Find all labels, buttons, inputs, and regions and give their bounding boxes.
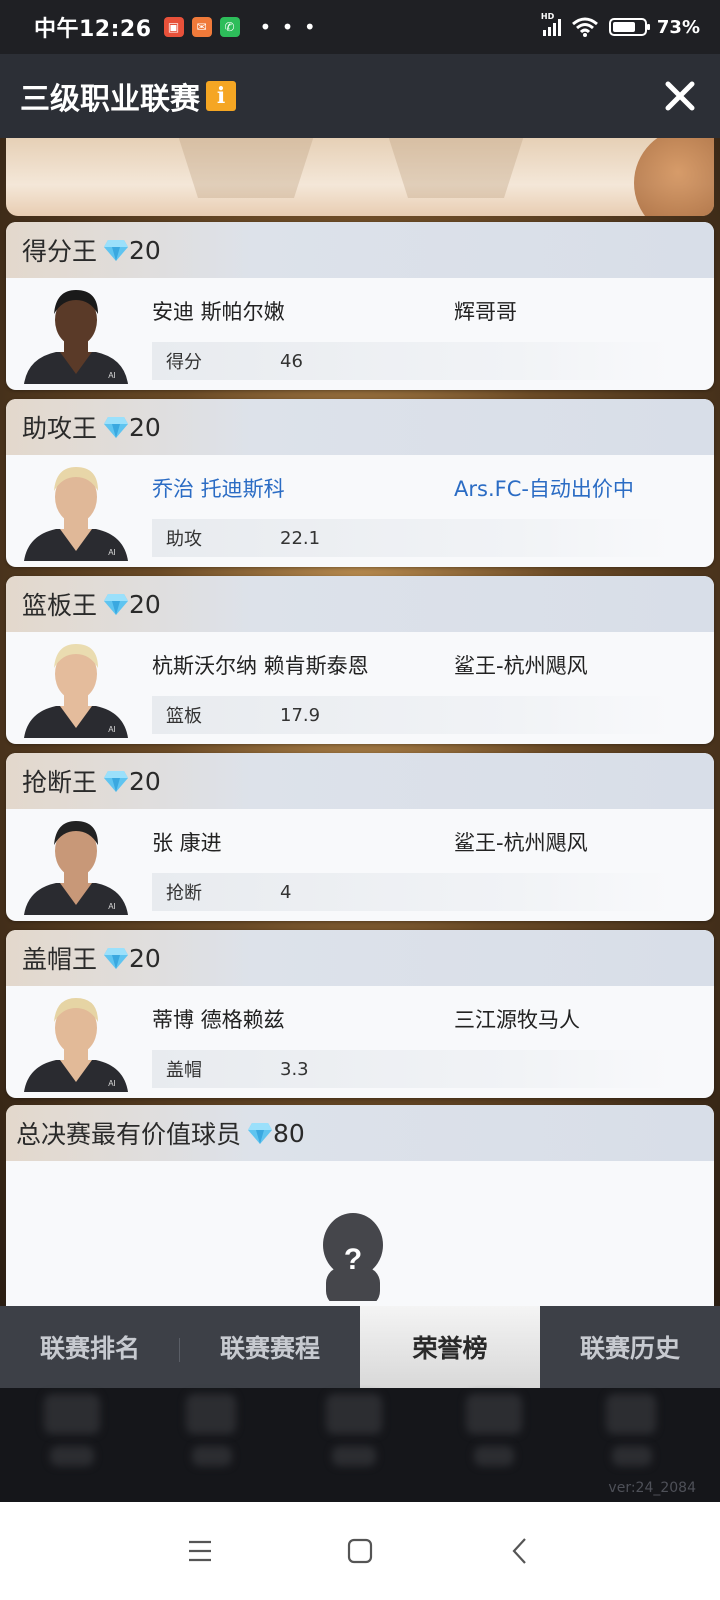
gem-icon [104,240,129,261]
stat-label: 抢断 [166,883,202,904]
version-label: ver:24_2084 [608,1480,696,1496]
team-name[interactable]: 鲨王-杭州飓风 [454,650,588,680]
stat-label: 得分 [166,352,202,373]
stat-row: 盖帽 3.3 [152,1050,672,1088]
honor-card-header: 助攻王 20 [6,399,714,455]
mystery-player-icon: ? [323,1213,383,1301]
award-reward: 20 [129,589,161,619]
stat-label: 助攻 [166,529,202,550]
back-icon [512,1538,526,1564]
player-avatar[interactable]: AI [20,461,132,561]
system-navigation-bar [0,1502,720,1600]
close-button[interactable] [660,76,700,116]
notification-phone-icon: ✆ [219,17,240,37]
honor-card-header: 得分王 20 [6,222,714,278]
basketball-image [634,138,714,216]
player-avatar[interactable]: AI [20,638,132,738]
signal-icon: HD [541,12,561,36]
stat-value: 4 [280,881,292,903]
stat-value: 46 [280,350,303,372]
tab-honor-list[interactable]: 荣誉榜 [360,1306,540,1388]
info-icon[interactable]: i [206,81,236,111]
honor-card[interactable]: 得分王 20 AI 安迪 斯帕尔嫩 辉哥哥得分 46 [6,222,714,390]
mvp-card: 总决赛最有价值球员 80 ? [6,1105,714,1306]
battery-level: 73% [656,16,700,38]
league-tabs: 联赛排名 联赛赛程 荣誉榜 联赛历史 [0,1306,720,1388]
player-name[interactable]: 杭斯沃尔纳 赖肯斯泰恩 [152,650,369,680]
tab-league-ranking[interactable]: 联赛排名 [0,1306,180,1388]
award-reward: 20 [129,235,161,265]
gem-icon [104,948,129,969]
team-name[interactable]: 鲨王-杭州飓风 [454,827,588,857]
player-avatar[interactable]: AI [20,815,132,915]
svg-text:AI: AI [108,725,116,734]
close-icon [665,81,695,111]
more-notifications-icon: • • • [259,15,318,39]
finals-banner [6,138,714,216]
award-title: 助攻王 [22,414,98,443]
notification-shop-icon: ✉ [191,17,212,37]
stat-value: 17.9 [280,704,321,726]
award-reward: 20 [129,943,161,973]
player-avatar[interactable]: AI [20,992,132,1092]
mvp-reward: 80 [273,1118,305,1148]
stat-value: 22.1 [280,527,321,549]
player-name[interactable]: 蒂博 德格赖兹 [152,1004,285,1034]
honor-card[interactable]: 抢断王 20 AI 张 康进 鲨王-杭州飓风抢断 4 [6,753,714,921]
stat-label: 篮板 [166,706,202,727]
battery-icon [608,18,650,36]
gem-icon [248,1123,273,1144]
award-title: 抢断王 [22,768,98,797]
gem-icon [104,417,129,438]
stat-value: 3.3 [280,1058,309,1080]
player-avatar[interactable]: AI [20,284,132,384]
player-name[interactable]: 安迪 斯帕尔嫩 [152,296,285,326]
mvp-card-header: 总决赛最有价值球员 80 [6,1105,714,1161]
svg-text:AI: AI [108,902,116,911]
honor-card[interactable]: 助攻王 20 AI 乔治 托迪斯科 Ars.FC-自动出价中助攻 22.1 [6,399,714,567]
status-bar: 中午12:26 ▣ ✉ ✆ • • • HD 73% [0,0,720,54]
honor-card-header: 盖帽王 20 [6,930,714,986]
svg-text:AI: AI [108,1079,116,1088]
stat-row: 得分 46 [152,342,672,380]
stat-row: 助攻 22.1 [152,519,672,557]
stat-row: 篮板 17.9 [152,696,672,734]
team-name[interactable]: 辉哥哥 [454,296,517,326]
wifi-icon [571,17,598,37]
award-reward: 20 [129,412,161,442]
app-header: 三级职业联赛 i [0,54,720,138]
gem-icon [104,594,129,615]
svg-text:AI: AI [108,371,116,380]
home-icon [347,1538,373,1564]
tab-league-history[interactable]: 联赛历史 [540,1306,720,1388]
home-button[interactable] [335,1526,385,1576]
award-title: 得分王 [22,237,98,266]
honor-card-header: 抢断王 20 [6,753,714,809]
stat-row: 抢断 4 [152,873,672,911]
tab-league-schedule[interactable]: 联赛赛程 [180,1306,360,1388]
honor-card[interactable]: 盖帽王 20 AI 蒂博 德格赖兹 三江源牧马人盖帽 3.3 [6,930,714,1098]
notification-app-icon: ▣ [163,17,184,37]
menu-button[interactable] [175,1526,225,1576]
team-name[interactable]: 三江源牧马人 [454,1004,580,1034]
honor-card[interactable]: 篮板王 20 AI 杭斯沃尔纳 赖肯斯泰恩 鲨王-杭州飓风篮板 17.9 [6,576,714,744]
menu-icon [189,1540,211,1562]
award-title: 盖帽王 [22,945,98,974]
status-time: 中午12:26 [34,17,152,42]
stat-label: 盖帽 [166,1060,202,1081]
mvp-title: 总决赛最有价值球员 [16,1120,242,1149]
team-name[interactable]: Ars.FC-自动出价中 [454,473,634,503]
gem-icon [104,771,129,792]
award-title: 篮板王 [22,591,98,620]
page-title: 三级职业联赛 [20,82,200,117]
svg-text:AI: AI [108,548,116,557]
honor-list[interactable]: 得分王 20 AI 安迪 斯帕尔嫩 辉哥哥得分 46 助攻王 20 AI 乔治 托迪斯科 Ars.F… [0,138,720,1306]
award-reward: 20 [129,766,161,796]
back-button[interactable] [495,1526,545,1576]
player-name[interactable]: 张 康进 [152,827,222,857]
honor-card-header: 篮板王 20 [6,576,714,632]
player-name[interactable]: 乔治 托迪斯科 [152,473,285,503]
svg-text:?: ? [344,1243,362,1276]
